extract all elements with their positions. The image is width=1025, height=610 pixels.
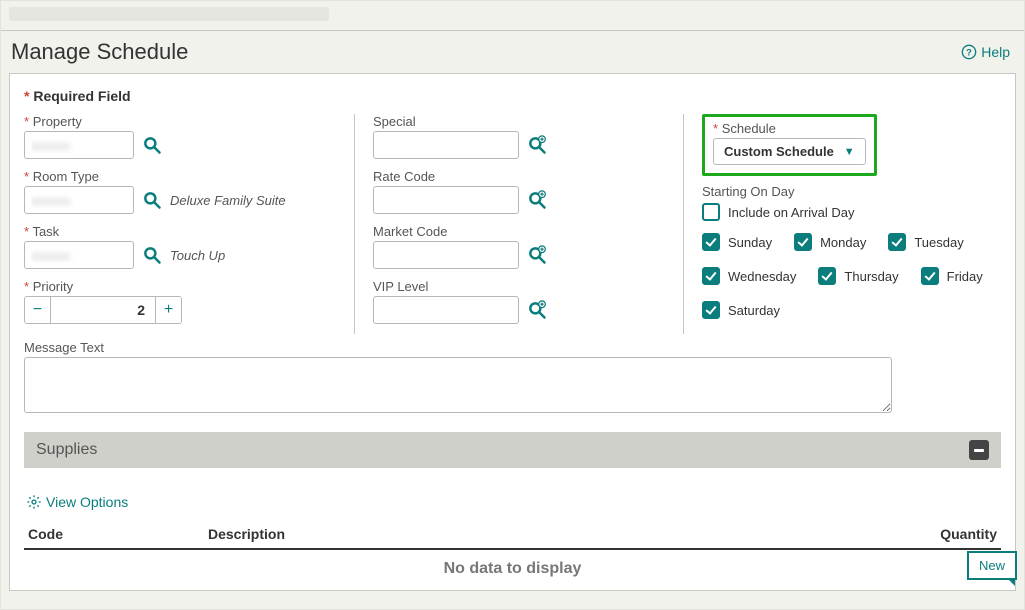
schedule-label: * Schedule: [713, 121, 866, 136]
day-checkbox-tuesday[interactable]: [888, 233, 906, 251]
day-label: Tuesday: [914, 235, 963, 250]
day-checkbox-wednesday[interactable]: [702, 267, 720, 285]
day-checkbox-sunday[interactable]: [702, 233, 720, 251]
supplies-table: Code Description Quantity: [24, 520, 1001, 550]
day-label: Sunday: [728, 235, 772, 250]
room-type-label: * Room Type: [24, 169, 354, 184]
day-label: Wednesday: [728, 269, 796, 284]
col-code[interactable]: Code: [24, 520, 204, 549]
day-label: Thursday: [844, 269, 898, 284]
day-thursday[interactable]: Thursday: [818, 267, 898, 285]
day-checkbox-monday[interactable]: [794, 233, 812, 251]
day-wednesday[interactable]: Wednesday: [702, 267, 796, 285]
day-tuesday[interactable]: Tuesday: [888, 233, 963, 251]
col-description[interactable]: Description: [204, 520, 891, 549]
special-lookup-icon[interactable]: [527, 135, 547, 155]
market-code-input[interactable]: [373, 241, 519, 269]
day-checkbox-thursday[interactable]: [818, 267, 836, 285]
schedule-selected-value: Custom Schedule: [724, 144, 834, 159]
special-label: Special: [373, 114, 683, 129]
new-supply-button[interactable]: New: [967, 551, 1017, 580]
task-display: Touch Up: [170, 248, 225, 263]
vip-level-input[interactable]: [373, 296, 519, 324]
day-label: Monday: [820, 235, 866, 250]
vip-level-lookup-icon[interactable]: [527, 300, 547, 320]
page-title: Manage Schedule: [11, 39, 188, 65]
property-input[interactable]: [24, 131, 134, 159]
priority-stepper[interactable]: − 2 +: [24, 296, 182, 324]
special-input[interactable]: [373, 131, 519, 159]
rate-code-label: Rate Code: [373, 169, 683, 184]
task-lookup-icon[interactable]: [142, 245, 162, 265]
day-monday[interactable]: Monday: [794, 233, 866, 251]
breadcrumb-bar: [1, 1, 1024, 31]
day-checkbox-friday[interactable]: [921, 267, 939, 285]
include-arrival-label: Include on Arrival Day: [728, 205, 854, 220]
room-type-display: Deluxe Family Suite: [170, 193, 286, 208]
message-text-input[interactable]: [24, 357, 892, 413]
day-label: Saturday: [728, 303, 780, 318]
breadcrumb-placeholder: [9, 7, 329, 21]
view-options-link[interactable]: View Options: [26, 494, 128, 510]
task-label: * Task: [24, 224, 354, 239]
message-text-label: Message Text: [24, 340, 1001, 355]
property-lookup-icon[interactable]: [142, 135, 162, 155]
schedule-highlight: * Schedule Custom Schedule ▼: [702, 114, 877, 176]
day-label: Friday: [947, 269, 983, 284]
chevron-down-icon: ▼: [844, 146, 855, 158]
rate-code-lookup-icon[interactable]: [527, 190, 547, 210]
form-panel: * Required Field * Property * Room Type: [9, 73, 1016, 591]
rate-code-input[interactable]: [373, 186, 519, 214]
supplies-title: Supplies: [36, 441, 97, 459]
priority-decrement-button[interactable]: −: [25, 297, 51, 323]
help-icon: ?: [961, 44, 977, 60]
priority-value: 2: [51, 297, 155, 323]
priority-increment-button[interactable]: +: [155, 297, 181, 323]
svg-text:?: ?: [966, 47, 972, 57]
starting-on-day-label: Starting On Day: [702, 184, 1001, 199]
supplies-collapse-button[interactable]: [969, 440, 989, 460]
help-label: Help: [981, 44, 1010, 60]
day-checkbox-saturday[interactable]: [702, 301, 720, 319]
day-saturday[interactable]: Saturday: [702, 301, 780, 319]
vip-level-label: VIP Level: [373, 279, 683, 294]
priority-label: * Priority: [24, 279, 354, 294]
supplies-section-header: Supplies: [24, 432, 1001, 468]
col-quantity[interactable]: Quantity: [891, 520, 1001, 549]
day-friday[interactable]: Friday: [921, 267, 983, 285]
include-arrival-checkbox[interactable]: [702, 203, 720, 221]
day-sunday[interactable]: Sunday: [702, 233, 772, 251]
supplies-empty-text: No data to display: [24, 550, 1001, 582]
required-field-legend: * Required Field: [24, 88, 1001, 104]
room-type-input[interactable]: [24, 186, 134, 214]
help-link[interactable]: ? Help: [961, 44, 1010, 60]
market-code-lookup-icon[interactable]: [527, 245, 547, 265]
market-code-label: Market Code: [373, 224, 683, 239]
gear-icon: [26, 494, 42, 510]
schedule-select[interactable]: Custom Schedule ▼: [713, 138, 866, 165]
task-input[interactable]: [24, 241, 134, 269]
property-label: * Property: [24, 114, 354, 129]
room-type-lookup-icon[interactable]: [142, 190, 162, 210]
